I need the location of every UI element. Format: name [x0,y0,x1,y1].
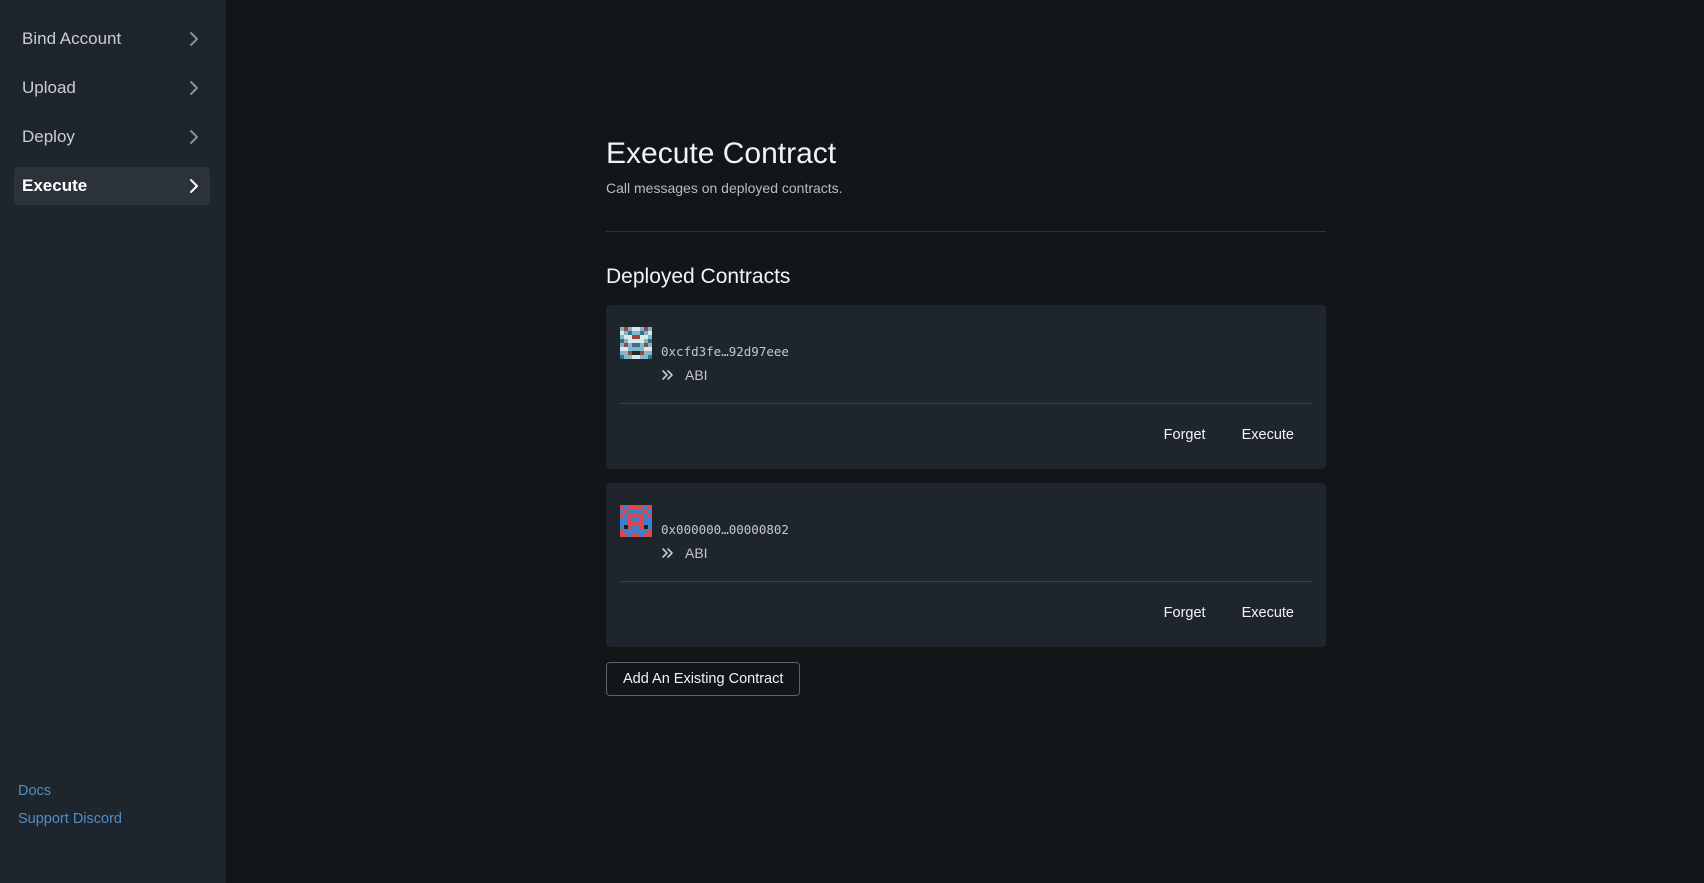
page-title: Execute Contract [606,137,837,170]
card-actions: Forget Execute [1146,419,1312,451]
chevrons-right-icon [661,368,675,382]
sidebar-nav: Bind Account Upload Deploy Execute [14,20,210,216]
sidebar-item-label: Deploy [22,127,75,146]
chevron-right-icon [186,178,202,194]
card-actions: Forget Execute [1146,597,1312,629]
contract-card: 0xcfd3fe…92d97eee ABI Forget Execute [606,305,1326,469]
support-discord-link[interactable]: Support Discord [18,811,122,827]
docs-link[interactable]: Docs [18,783,122,799]
app-root: Bind Account Upload Deploy Execute Docs … [0,0,1704,883]
abi-toggle[interactable]: ABI [661,545,708,561]
forget-button[interactable]: Forget [1146,419,1224,451]
sidebar: Bind Account Upload Deploy Execute Docs … [0,0,226,883]
sidebar-item-label: Execute [22,176,88,195]
add-existing-contract-button[interactable]: Add An Existing Contract [606,662,801,696]
identicon-icon [620,505,652,537]
sidebar-footer-links: Docs Support Discord [18,783,122,839]
forget-button[interactable]: Forget [1146,597,1224,629]
page-subtitle: Call messages on deployed contracts. [606,180,843,196]
abi-label: ABI [685,367,708,383]
chevron-right-icon [186,129,202,145]
header-divider [606,231,1326,232]
chevron-right-icon [186,31,202,47]
contract-card: 0x000000…00000802 ABI Forget Execute [606,483,1326,647]
execute-button[interactable]: Execute [1224,597,1312,629]
identicon-icon [620,327,652,359]
sidebar-item-execute[interactable]: Execute [14,167,210,205]
sidebar-item-label: Upload [22,78,76,97]
sidebar-item-upload[interactable]: Upload [14,69,210,107]
section-title: Deployed Contracts [606,265,791,288]
card-divider [620,581,1312,582]
abi-toggle[interactable]: ABI [661,367,708,383]
sidebar-item-bind-account[interactable]: Bind Account [14,20,210,58]
chevron-right-icon [186,80,202,96]
card-divider [620,403,1312,404]
contract-address: 0xcfd3fe…92d97eee [661,344,789,359]
contract-address: 0x000000…00000802 [661,522,789,537]
sidebar-item-deploy[interactable]: Deploy [14,118,210,156]
sidebar-item-label: Bind Account [22,29,122,48]
abi-label: ABI [685,545,708,561]
execute-button[interactable]: Execute [1224,419,1312,451]
chevrons-right-icon [661,546,675,560]
